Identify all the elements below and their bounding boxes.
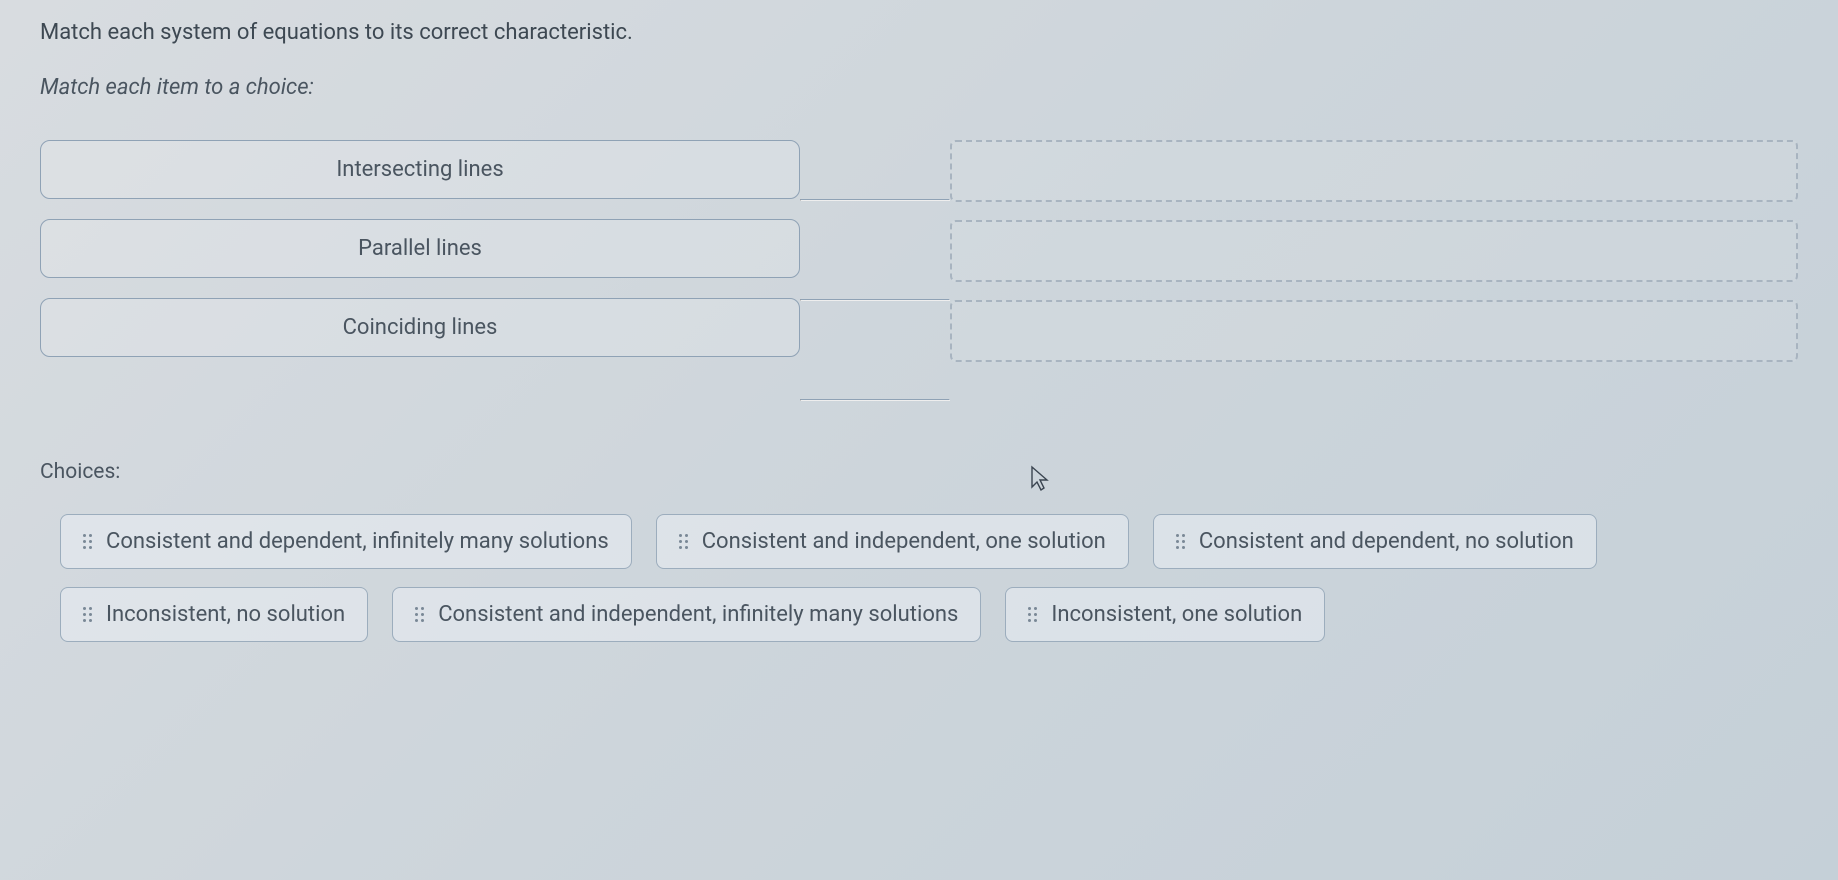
choice-chip[interactable]: Consistent and independent, infinitely m… xyxy=(392,587,981,642)
match-area: Intersecting lines Parallel lines Coinci… xyxy=(40,140,1798,430)
match-item[interactable]: Intersecting lines xyxy=(40,140,800,199)
choice-chip[interactable]: Consistent and dependent, no solution xyxy=(1153,514,1597,569)
drop-zone[interactable] xyxy=(950,220,1798,282)
choice-label: Consistent and independent, one solution xyxy=(702,529,1106,554)
choices-area: Consistent and dependent, infinitely man… xyxy=(40,504,1798,652)
drag-handle-icon xyxy=(1176,534,1185,549)
choices-label: Choices: xyxy=(40,460,1798,484)
choice-label: Consistent and independent, infinitely m… xyxy=(438,602,958,627)
choice-label: Inconsistent, no solution xyxy=(106,602,345,627)
choice-label: Consistent and dependent, no solution xyxy=(1199,529,1574,554)
match-item[interactable]: Parallel lines xyxy=(40,219,800,278)
drag-handle-icon xyxy=(83,607,92,622)
choice-label: Inconsistent, one solution xyxy=(1051,602,1302,627)
connector-line xyxy=(800,299,950,301)
drag-handle-icon xyxy=(83,534,92,549)
drag-handle-icon xyxy=(415,607,424,622)
connector-line xyxy=(800,199,950,201)
question-text: Match each system of equations to its co… xyxy=(40,20,1798,45)
choice-chip[interactable]: Consistent and independent, one solution xyxy=(656,514,1129,569)
drop-zone[interactable] xyxy=(950,140,1798,202)
drag-handle-icon xyxy=(679,534,688,549)
drop-zones-column xyxy=(950,140,1798,430)
connector-line xyxy=(800,399,950,401)
drag-handle-icon xyxy=(1028,607,1037,622)
instruction-text: Match each item to a choice: xyxy=(40,75,1798,100)
choice-label: Consistent and dependent, infinitely man… xyxy=(106,529,609,554)
match-item[interactable]: Coinciding lines xyxy=(40,298,800,357)
items-column: Intersecting lines Parallel lines Coinci… xyxy=(40,140,800,430)
choice-chip[interactable]: Consistent and dependent, infinitely man… xyxy=(60,514,632,569)
connectors xyxy=(800,140,950,430)
choice-chip[interactable]: Inconsistent, no solution xyxy=(60,587,368,642)
drop-zone[interactable] xyxy=(950,300,1798,362)
choice-chip[interactable]: Inconsistent, one solution xyxy=(1005,587,1325,642)
